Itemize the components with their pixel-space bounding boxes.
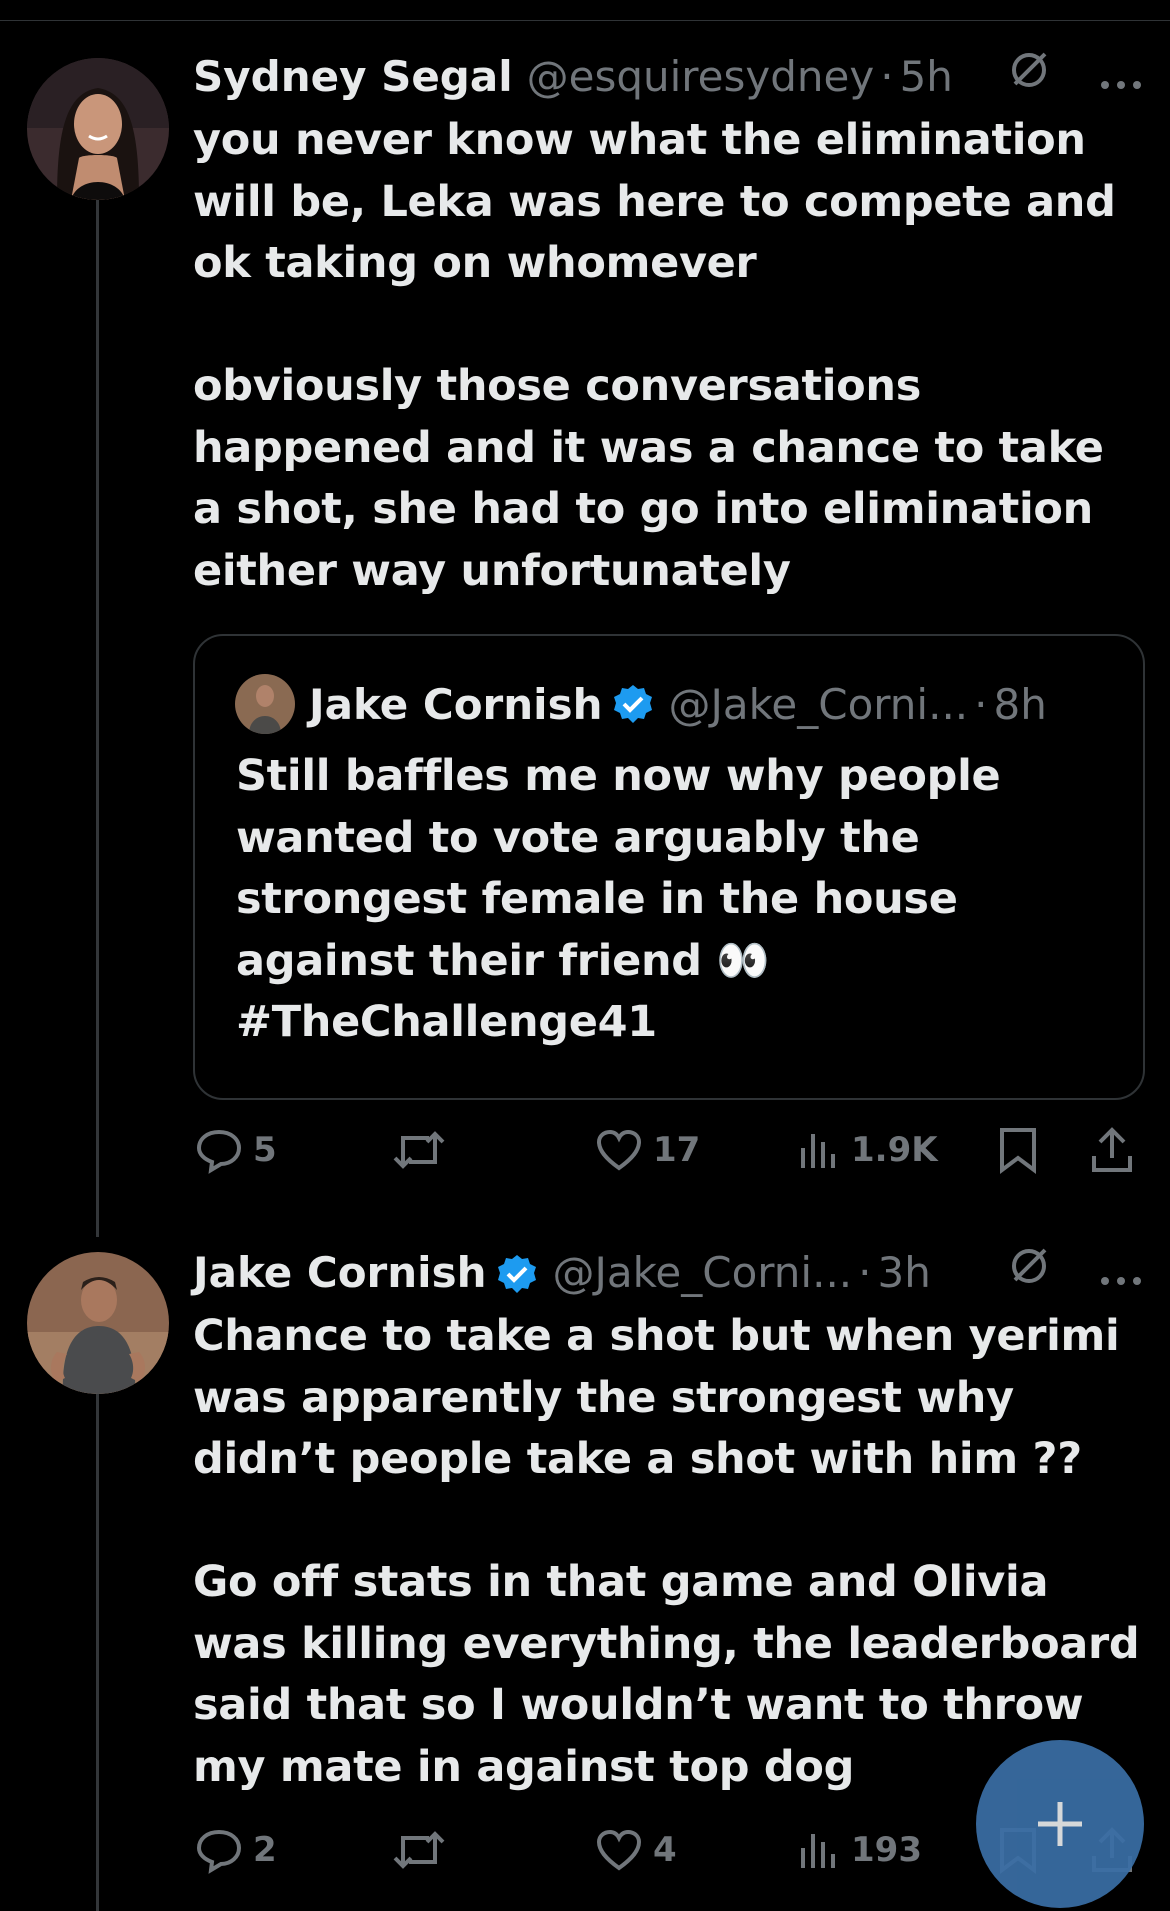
compose-plus-icon <box>1038 1802 1082 1846</box>
grok-icon[interactable] <box>1007 48 1051 107</box>
post-text: you never know what the elimination will… <box>193 115 1116 596</box>
post-sydney-segal[interactable]: Sydney Segal @esquiresydney · 5h you nev… <box>193 48 1143 602</box>
repost-icon <box>393 1831 445 1869</box>
avatar-jake-cornish[interactable] <box>27 1252 169 1394</box>
repost-icon <box>393 1131 445 1169</box>
views-button[interactable]: 1.9K <box>797 1120 938 1180</box>
post-header: Sydney Segal @esquiresydney · 5h <box>193 48 1143 106</box>
like-count: 17 <box>653 1130 701 1170</box>
author-name[interactable]: Jake Cornish <box>193 1244 486 1302</box>
grok-icon[interactable] <box>1007 1244 1051 1303</box>
reply-icon <box>196 1129 242 1174</box>
views-icon <box>801 1134 835 1168</box>
like-icon <box>596 1829 642 1871</box>
view-count: 193 <box>851 1830 922 1870</box>
more-icon[interactable] <box>1099 1244 1143 1302</box>
view-count: 1.9K <box>851 1130 938 1170</box>
top-divider <box>0 20 1170 21</box>
bookmark-icon <box>1000 1128 1036 1174</box>
quoted-post-header: Jake Cornish @Jake_Corni... · 8h <box>235 674 1047 734</box>
reply-button[interactable]: 5 <box>195 1120 277 1180</box>
separator-dot: · <box>974 679 988 729</box>
post-header: Jake Cornish @Jake_Corni... · 3h <box>193 1244 1143 1302</box>
avatar-sydney-segal[interactable] <box>27 58 169 200</box>
author-handle[interactable]: @Jake_Corni... <box>552 1244 852 1302</box>
separator-dot: · <box>880 52 894 101</box>
post-time[interactable]: 3h <box>878 1244 931 1302</box>
bookmark-button[interactable] <box>998 1120 1038 1180</box>
quoted-post-time: 8h <box>993 679 1047 729</box>
thread-line-continued <box>96 1372 99 1911</box>
like-icon <box>596 1129 642 1171</box>
repost-button[interactable] <box>393 1120 455 1180</box>
separator-dot: · <box>858 1248 872 1297</box>
thread-line <box>96 172 99 1237</box>
like-button[interactable]: 4 <box>595 1820 677 1880</box>
views-button[interactable]: 193 <box>797 1820 922 1880</box>
quoted-post[interactable]: Jake Cornish @Jake_Corni... · 8h Still b… <box>193 634 1145 1100</box>
repost-button[interactable] <box>393 1820 455 1880</box>
quoted-post-text: Still baffles me now why people wanted t… <box>236 751 1016 1047</box>
share-button[interactable] <box>1090 1120 1134 1180</box>
like-button[interactable]: 17 <box>595 1120 700 1180</box>
quoted-author-handle: @Jake_Corni... <box>668 679 969 729</box>
author-name[interactable]: Sydney Segal <box>193 48 513 106</box>
verified-icon <box>496 1252 538 1294</box>
avatar-jake-cornish-small <box>235 674 295 734</box>
quoted-author-name: Jake Cornish <box>309 679 603 729</box>
reply-icon <box>196 1829 242 1874</box>
compose-button[interactable] <box>976 1740 1144 1908</box>
reply-count: 5 <box>253 1130 277 1170</box>
post-actions: 5 17 1.9K <box>193 1120 1143 1180</box>
share-icon <box>1092 1127 1132 1172</box>
post-time[interactable]: 5h <box>900 48 953 106</box>
verified-icon <box>612 683 654 725</box>
reply-button[interactable]: 2 <box>195 1820 277 1880</box>
author-handle[interactable]: @esquiresydney <box>527 48 875 106</box>
reply-count: 2 <box>253 1830 277 1870</box>
views-icon <box>801 1834 835 1868</box>
post-jake-cornish[interactable]: Jake Cornish @Jake_Corni... · 3h Chance … <box>193 1244 1143 1798</box>
more-icon[interactable] <box>1099 48 1143 106</box>
post-text: Chance to take a shot but when yerimi wa… <box>193 1311 1140 1792</box>
like-count: 4 <box>653 1830 677 1870</box>
